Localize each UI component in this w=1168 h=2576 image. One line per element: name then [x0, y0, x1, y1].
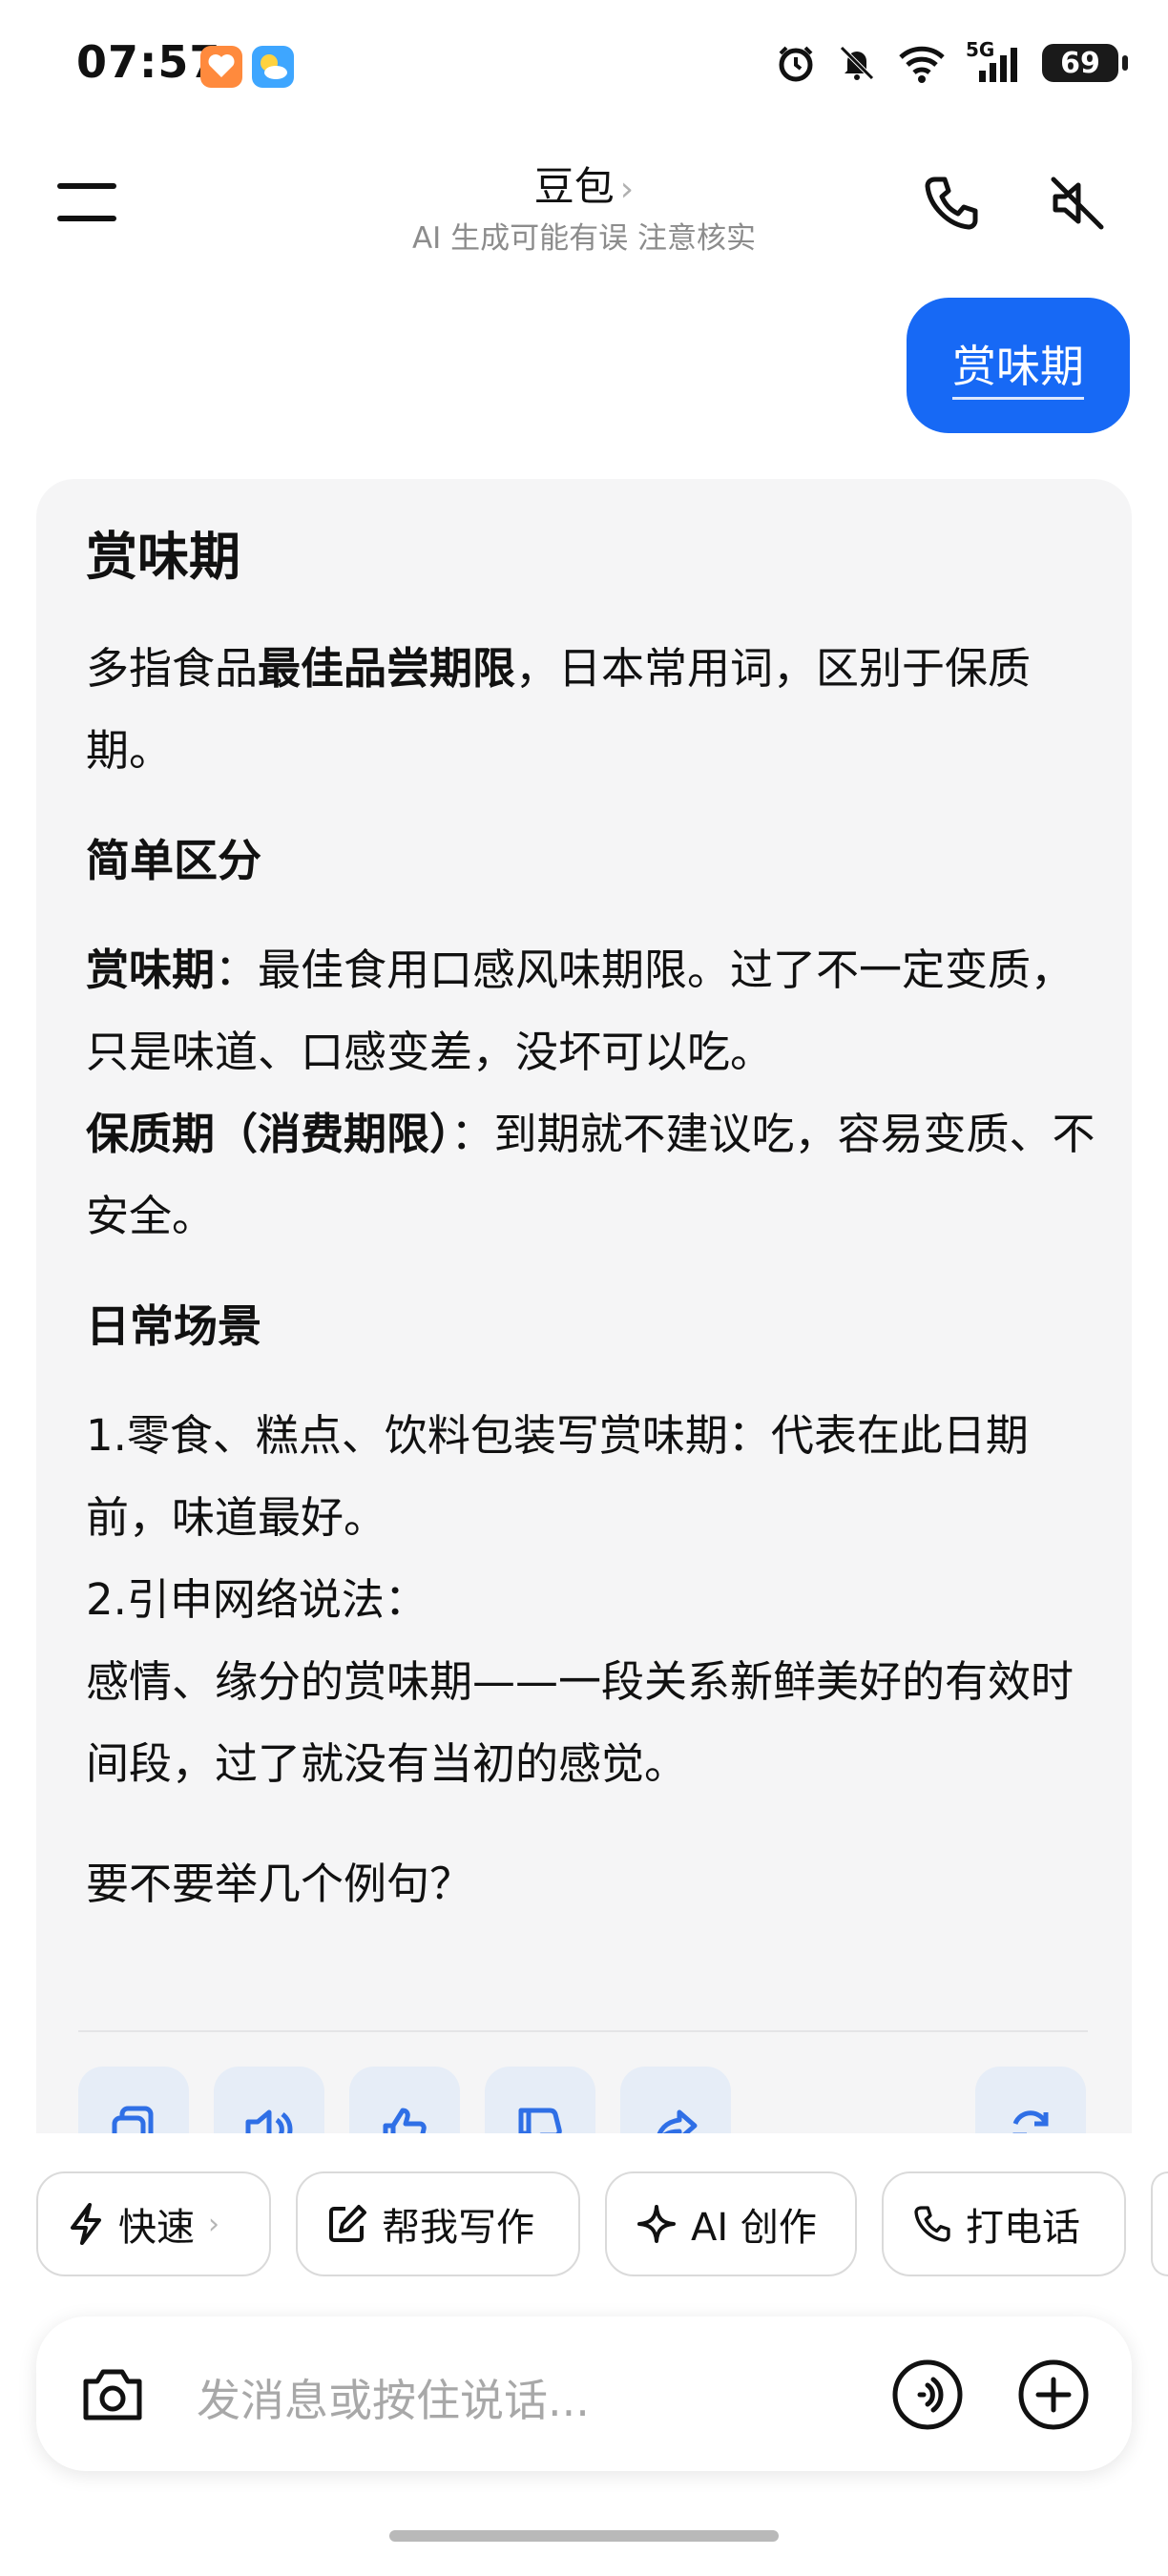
- mute-button[interactable]: [1048, 174, 1107, 233]
- reply-intro: 多指食品最佳品尝期限，日本常用词，区别于保质期。: [86, 643, 1032, 776]
- health-app-icon: [200, 46, 242, 88]
- title-chevron-icon: ›: [619, 170, 635, 209]
- chip-ai-create[interactable]: AI 创作: [605, 2171, 857, 2276]
- user-message-text: 赏味期: [952, 332, 1084, 400]
- voice-input-icon[interactable]: [891, 2358, 964, 2431]
- scenario-list: 1.零食、糕点、饮料包装写赏味期：代表在此日期前，味道最好。 2.引申网络说法：…: [86, 1395, 1097, 1805]
- distinction-item-shangweiqi: 赏味期：最佳食用口感风味期限。过了不一定变质，只是味道、口感变差，没坏可以吃。: [86, 945, 1074, 1077]
- phone-call-button[interactable]: [922, 174, 981, 233]
- ai-disclaimer: AI 生成可能有误 注意核实: [411, 221, 757, 256]
- chip-phone-call[interactable]: 打电话: [882, 2171, 1126, 2276]
- chat-title[interactable]: 豆包 ›: [0, 155, 1168, 213]
- reply-closing-question: 要不要举几个例句？: [86, 1859, 473, 1909]
- user-message-bubble[interactable]: 赏味期: [907, 298, 1130, 433]
- scenario-item-2-title: 2.引申网络说法：: [86, 1574, 428, 1625]
- edit-icon: [329, 2205, 366, 2242]
- add-icon[interactable]: [1017, 2358, 1090, 2431]
- section-heading-scenarios: 日常场景: [86, 1300, 261, 1352]
- weather-app-icon: [252, 46, 294, 88]
- scenario-item-1: 1.零食、糕点、饮料包装写赏味期：代表在此日期前，味道最好。: [86, 1410, 1029, 1543]
- message-input[interactable]: 发消息或按住说话...: [197, 2366, 590, 2429]
- bell-muted-icon: [840, 46, 874, 80]
- chip-help-write[interactable]: 帮我写作: [296, 2171, 580, 2276]
- wifi-icon: [899, 46, 945, 83]
- battery-indicator: 69: [1042, 44, 1128, 82]
- lightning-icon: [71, 2203, 101, 2245]
- distinction-list: 赏味期：最佳食用口感风味期限。过了不一定变质，只是味道、口感变差，没坏可以吃。 …: [86, 929, 1097, 1257]
- camera-icon[interactable]: [78, 2360, 147, 2429]
- status-icons: 5G 69: [775, 38, 1128, 84]
- alarm-icon: [779, 46, 813, 82]
- section-heading-distinction: 简单区分: [86, 835, 261, 886]
- reply-title: 赏味期: [86, 527, 240, 587]
- status-time: 07:57: [76, 36, 221, 88]
- home-indicator[interactable]: [389, 2530, 779, 2542]
- distinction-item-baozhiqi: 保质期（消费期限）：到期就不建议吃，容易变质、不安全。: [86, 1109, 1095, 1241]
- assistant-reply-card: 赏味期 多指食品最佳品尝期限，日本常用词，区别于保质期。 简单区分 赏味期：最佳…: [36, 479, 1132, 2139]
- phone-icon: [914, 2206, 950, 2242]
- scenario-item-2-text: 感情、缘分的赏味期——一段关系新鲜美好的有效时间段，过了就没有当初的感觉。: [86, 1656, 1074, 1789]
- chip-fast[interactable]: 快速 ›: [36, 2171, 271, 2276]
- reply-divider: [78, 2030, 1088, 2032]
- cellular-signal-icon: 5G: [966, 38, 1023, 84]
- chip-more-partial[interactable]: [1151, 2171, 1168, 2276]
- sparkle-icon: [637, 2205, 676, 2243]
- chip-fast-chevron-icon: ›: [208, 2207, 219, 2241]
